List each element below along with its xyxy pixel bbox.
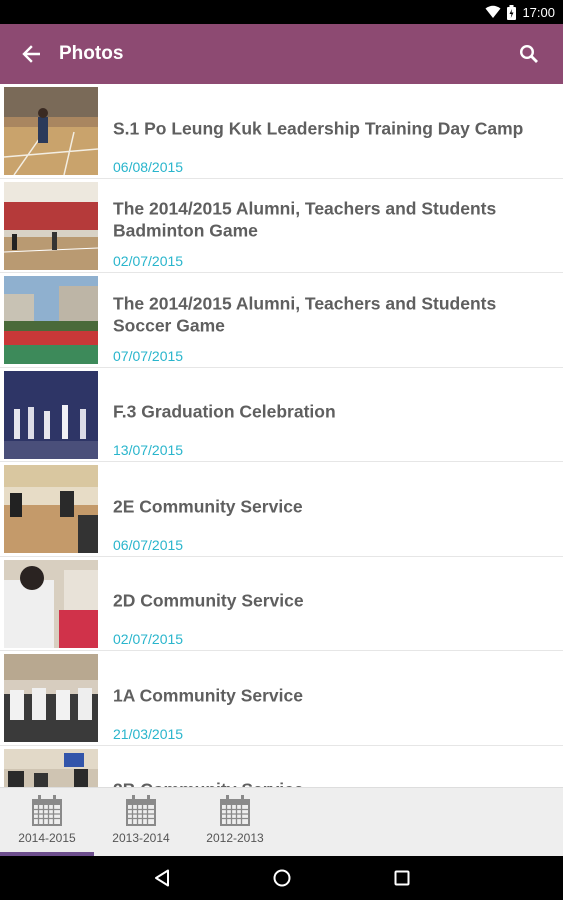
tab-2014-2015[interactable]: 2014-2015: [0, 788, 94, 857]
list-item[interactable]: 1A Community Service 21/03/2015: [0, 651, 563, 746]
album-date: 21/03/2015: [113, 725, 184, 742]
tab-label: 2013-2014: [112, 831, 170, 845]
album-title: The 2014/2015 Alumni, Teachers and Stude…: [113, 293, 497, 336]
tab-2012-2013[interactable]: 2012-2013: [188, 788, 282, 857]
wifi-icon: [485, 5, 501, 18]
square-recents-icon: [394, 870, 409, 886]
album-thumbnail: [4, 87, 98, 175]
list-item[interactable]: 2E Community Service 06/07/2015: [0, 462, 563, 557]
tab-2013-2014[interactable]: 2013-2014: [94, 788, 188, 857]
search-button[interactable]: [501, 24, 557, 84]
system-nav-bar: [0, 856, 563, 900]
arrow-back-icon: [22, 45, 40, 63]
year-tab-bar: 2014-2015 2013-2014 2012-2013: [0, 787, 563, 857]
status-time: 17:00: [522, 4, 555, 20]
triangle-back-icon: [154, 869, 169, 887]
album-title: S.1 Po Leung Kuk Leadership Training Day…: [113, 118, 524, 139]
album-thumbnail: [4, 276, 98, 364]
album-title: 1A Community Service: [113, 685, 303, 706]
back-button[interactable]: [3, 24, 59, 84]
album-thumbnail: [4, 465, 98, 553]
tab-label: 2014-2015: [18, 831, 76, 845]
album-title: F.3 Graduation Celebration: [113, 401, 336, 422]
list-item[interactable]: The 2014/2015 Alumni, Teachers and Stude…: [0, 179, 563, 273]
app-bar: Photos: [0, 24, 563, 84]
nav-recents-button[interactable]: [352, 856, 452, 900]
album-thumbnail: [4, 370, 98, 459]
battery-icon: [507, 4, 517, 20]
list-item[interactable]: F.3 Graduation Celebration 13/07/2015: [0, 368, 563, 462]
album-date: 02/07/2015: [113, 631, 184, 647]
album-date: 06/08/2015: [113, 158, 184, 175]
page-title: Photos: [59, 43, 124, 64]
calendar-icon: [126, 795, 156, 826]
album-date: 06/07/2015: [113, 536, 184, 553]
nav-back-button[interactable]: [112, 856, 212, 900]
album-title: 2D Community Service: [113, 590, 304, 611]
album-title: 2E Community Service: [113, 496, 303, 517]
list-item[interactable]: The 2014/2015 Alumni, Teachers and Stude…: [0, 273, 563, 368]
album-thumbnail: [4, 559, 98, 648]
calendar-icon: [220, 795, 250, 826]
album-title: The 2014/2015 Alumni, Teachers and Stude…: [113, 198, 497, 241]
album-thumbnail: [4, 748, 98, 787]
album-title: 2B Community Service: [113, 779, 551, 787]
circle-home-icon: [273, 869, 290, 887]
album-thumbnail: [4, 654, 98, 742]
album-date: 13/07/2015: [113, 442, 184, 458]
tab-label: 2012-2013: [206, 831, 264, 845]
album-thumbnail: [4, 181, 98, 270]
list-item[interactable]: 2D Community Service 02/07/2015: [0, 557, 563, 651]
calendar-icon: [32, 795, 62, 826]
album-date: 02/07/2015: [113, 253, 184, 269]
list-item[interactable]: 2B Community Service: [0, 746, 563, 787]
album-date: 07/07/2015: [113, 347, 184, 364]
photo-album-list[interactable]: S.1 Po Leung Kuk Leadership Training Day…: [0, 84, 563, 787]
nav-home-button[interactable]: [232, 856, 332, 900]
status-bar: 17:00: [0, 0, 563, 24]
list-item[interactable]: S.1 Po Leung Kuk Leadership Training Day…: [0, 84, 563, 179]
search-icon: [519, 44, 538, 63]
